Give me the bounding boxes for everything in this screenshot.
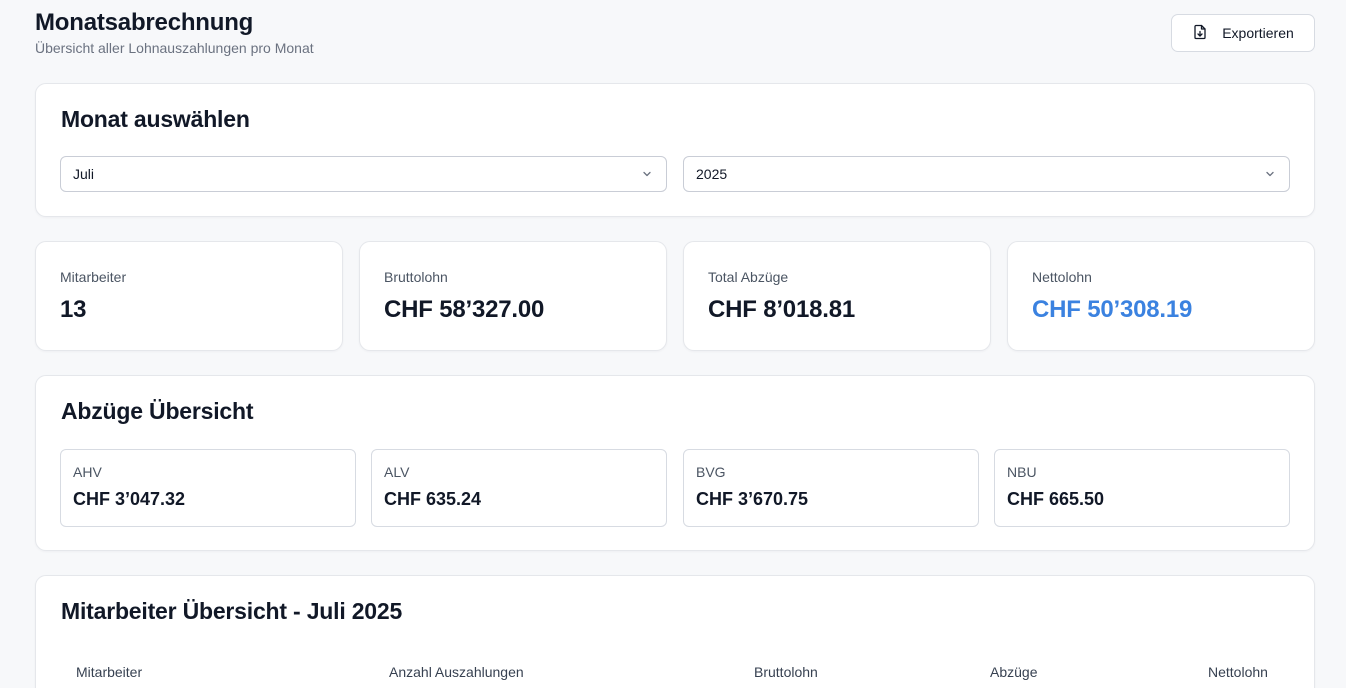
column-header-payout-count[interactable]: Anzahl Auszahlungen	[389, 664, 524, 680]
stat-label: Mitarbeiter	[60, 269, 127, 285]
stat-value: CHF 58’327.00	[384, 296, 545, 323]
deduction-item-nbu: NBU CHF 665.50	[994, 449, 1290, 527]
stat-value: 13	[60, 296, 87, 323]
year-select[interactable]: 2025	[683, 156, 1290, 192]
page-title: Monatsabrechnung	[35, 9, 254, 36]
deductions-card: Abzüge Übersicht AHV CHF 3’047.32 ALV CH…	[35, 375, 1315, 551]
deduction-value: CHF 3’047.32	[73, 489, 186, 509]
year-select-value: 2025	[696, 166, 728, 182]
deductions-title: Abzüge Übersicht	[61, 398, 254, 424]
page-subtitle: Übersicht aller Lohnauszahlungen pro Mon…	[35, 40, 314, 56]
column-header-net[interactable]: Nettolohn	[1208, 664, 1268, 680]
stat-label: Bruttolohn	[384, 269, 448, 285]
stat-label: Total Abzüge	[708, 269, 789, 285]
deduction-item-bvg: BVG CHF 3’670.75	[683, 449, 979, 527]
stat-card-gross: Bruttolohn CHF 58’327.00	[359, 241, 667, 351]
deduction-value: CHF 665.50	[1007, 489, 1105, 509]
column-header-employee[interactable]: Mitarbeiter	[76, 664, 142, 680]
deduction-item-ahv: AHV CHF 3’047.32	[60, 449, 356, 527]
chevron-down-icon	[1266, 171, 1274, 177]
stat-card-deductions: Total Abzüge CHF 8’018.81	[683, 241, 991, 351]
stat-value: CHF 50’308.19	[1032, 296, 1193, 323]
page: Monatsabrechnung Übersicht aller Lohnaus…	[0, 0, 1346, 688]
stat-label: Nettolohn	[1032, 269, 1092, 285]
page-header: Monatsabrechnung Übersicht aller Lohnaus…	[35, 8, 1315, 68]
employee-overview-card: Mitarbeiter Übersicht - Juli 2025 Mitarb…	[35, 575, 1315, 688]
month-selector-card: Monat auswählen Juli 2025	[35, 83, 1315, 217]
stat-card-net: Nettolohn CHF 50’308.19	[1007, 241, 1315, 351]
month-selector-title: Monat auswählen	[61, 106, 250, 132]
stat-value: CHF 8’018.81	[708, 296, 856, 323]
chevron-down-icon	[643, 171, 651, 177]
deduction-item-alv: ALV CHF 635.24	[371, 449, 667, 527]
deduction-value: CHF 3’670.75	[696, 489, 809, 509]
deduction-label: AHV	[73, 464, 102, 480]
month-select[interactable]: Juli	[60, 156, 667, 192]
deduction-value: CHF 635.24	[384, 489, 482, 509]
deduction-label: NBU	[1007, 464, 1037, 480]
export-button[interactable]: Exportieren	[1171, 14, 1315, 52]
column-header-deductions[interactable]: Abzüge	[990, 664, 1037, 680]
deduction-label: BVG	[696, 464, 726, 480]
month-select-value: Juli	[73, 166, 95, 182]
deduction-label: ALV	[384, 464, 410, 480]
column-header-gross[interactable]: Bruttolohn	[754, 664, 818, 680]
export-button-label: Exportieren	[1222, 25, 1294, 41]
employee-overview-title: Mitarbeiter Übersicht - Juli 2025	[61, 598, 403, 624]
stat-card-employees: Mitarbeiter 13	[35, 241, 343, 351]
file-export-icon	[1192, 24, 1208, 43]
